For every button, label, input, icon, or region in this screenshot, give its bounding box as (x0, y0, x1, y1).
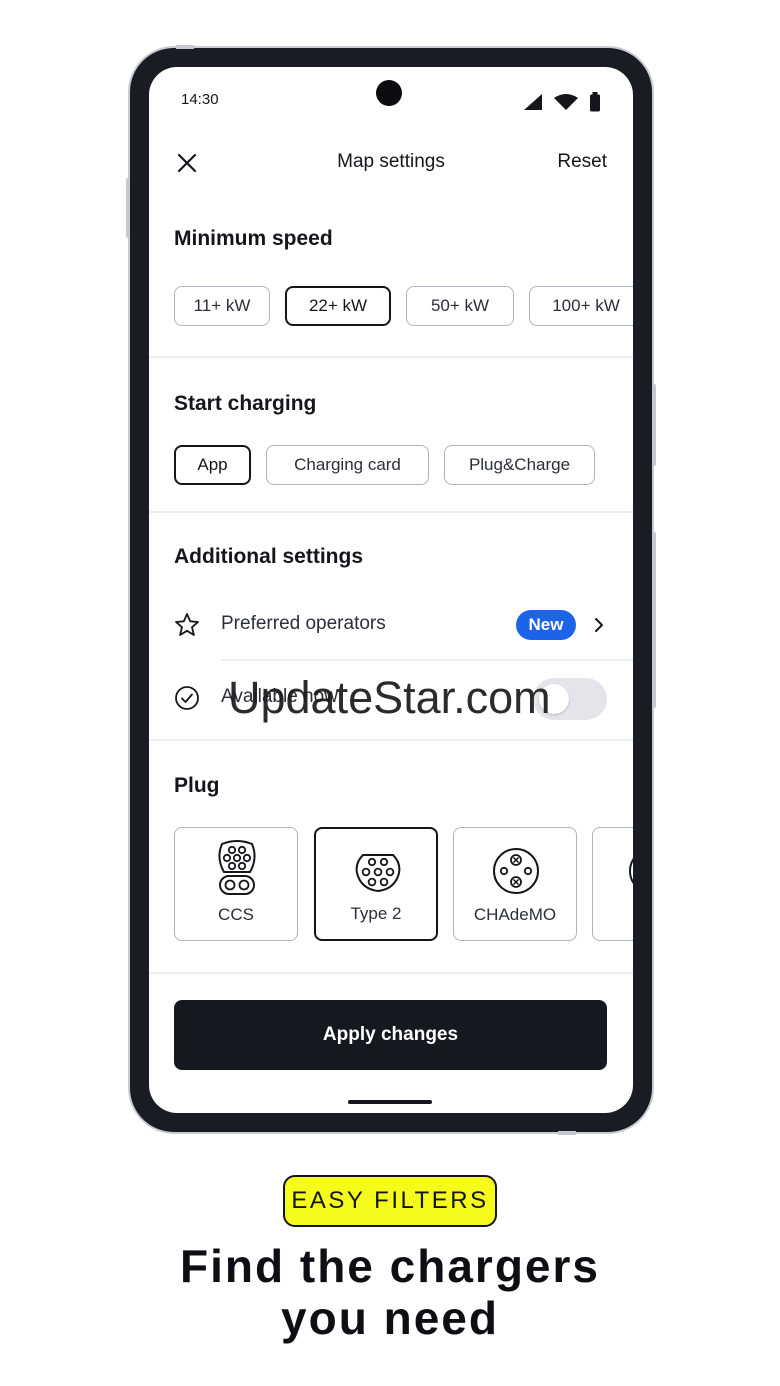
new-badge: New (516, 610, 576, 640)
phone-screen: 14:30 Map settings Reset Minimum speed 1… (149, 67, 633, 1113)
front-camera (376, 80, 402, 106)
app-header: Map settings Reset (149, 137, 633, 187)
ccs-plug-icon (218, 840, 256, 895)
apply-changes-button[interactable]: Apply changes (174, 1000, 607, 1070)
plug-label-type2: Type 2 (350, 904, 402, 923)
additional-settings-title: Additional settings (174, 545, 363, 568)
top-port (176, 45, 194, 49)
section-divider (149, 511, 633, 513)
section-divider (149, 972, 633, 974)
start-chip-charging-card[interactable]: Charging card (266, 445, 429, 485)
bottom-port (558, 1131, 576, 1135)
promo-tag: EASY FILTERS (283, 1175, 497, 1227)
speed-chip-100kw[interactable]: 100+ kW (529, 286, 633, 326)
star-icon (175, 613, 199, 636)
chademo-plug-icon (493, 848, 539, 894)
preferred-operators-label: Preferred operators (221, 613, 386, 634)
battery-icon (590, 92, 600, 112)
cellular-signal-icon (524, 94, 542, 110)
promo-headline-line1: Find the chargers (180, 1240, 600, 1292)
plug-card-ccs[interactable]: CCS (174, 827, 298, 941)
promo-headline-line2: you need (281, 1292, 499, 1344)
check-circle-icon (175, 686, 199, 710)
watermark-text: UpdateStar.com (228, 672, 551, 723)
status-icons (523, 92, 601, 112)
plug-card-more[interactable] (592, 827, 633, 941)
reset-button[interactable]: Reset (557, 151, 607, 173)
promo-headline: Find the chargers you need (0, 1240, 780, 1344)
speed-chip-50kw[interactable]: 50+ kW (406, 286, 514, 326)
start-charging-title: Start charging (174, 392, 317, 415)
speed-chip-11kw[interactable]: 11+ kW (174, 286, 270, 326)
plug-label-chademo: CHAdeMO (473, 905, 557, 924)
start-chip-app[interactable]: App (174, 445, 251, 485)
type2-plug-icon (355, 854, 401, 893)
plug-icon (629, 858, 633, 884)
plug-card-type2[interactable]: Type 2 (314, 827, 438, 941)
side-button (126, 178, 130, 238)
preferred-operators-row[interactable]: Preferred operators New (149, 597, 633, 653)
row-divider (221, 659, 633, 661)
start-chip-plug-and-charge[interactable]: Plug&Charge (444, 445, 595, 485)
minimum-speed-title: Minimum speed (174, 227, 333, 250)
speed-chip-22kw[interactable]: 22+ kW (285, 286, 391, 326)
status-time: 14:30 (181, 91, 219, 108)
section-divider (149, 356, 633, 358)
volume-button (652, 384, 656, 466)
power-button (652, 532, 656, 708)
plug-title: Plug (174, 774, 220, 797)
plug-card-chademo[interactable]: CHAdeMO (453, 827, 577, 941)
chevron-right-icon (595, 618, 603, 632)
home-indicator (348, 1100, 432, 1104)
section-divider (149, 739, 633, 741)
wifi-icon (554, 94, 578, 110)
plug-label-ccs: CCS (218, 905, 254, 924)
